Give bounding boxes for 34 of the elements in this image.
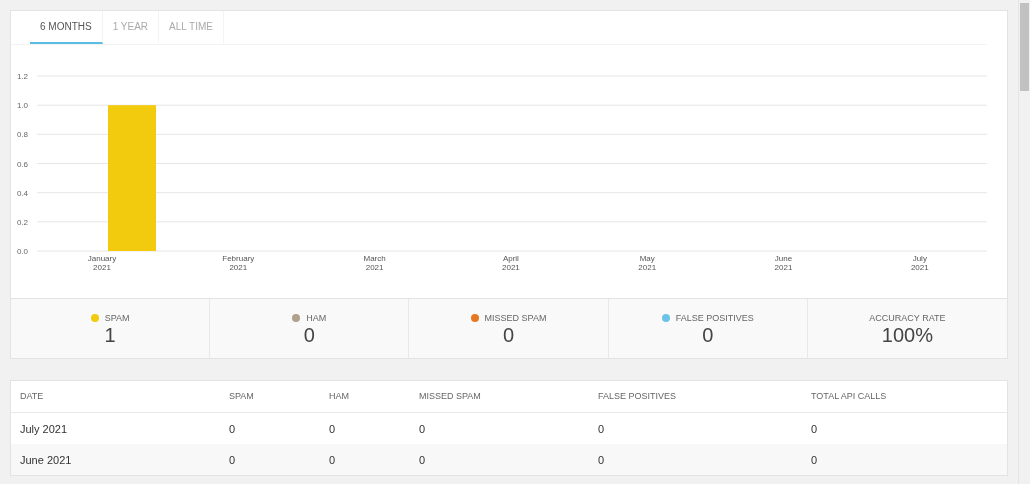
table-cell: June 2021 — [11, 444, 220, 475]
axis-label: July 2021 — [910, 254, 929, 272]
stat-label: SPAM — [104, 313, 130, 323]
stat-value: 1 — [104, 324, 116, 346]
stat-value: 0 — [502, 324, 515, 346]
axis-label: 1.2 — [16, 72, 28, 81]
stat-value: 0 — [303, 324, 315, 346]
axis-label: 1.0 — [16, 101, 28, 111]
period-tab[interactable]: 1 YEAR — [102, 11, 160, 44]
axis-label: March 2021 — [363, 254, 386, 272]
axis-label: 0.8 — [16, 130, 28, 140]
table-cell: 0 — [320, 444, 410, 475]
axis-label: 0.2 — [16, 217, 28, 227]
stat-label: MISSED SPAM — [484, 313, 547, 323]
axis-label: January 2021 — [87, 254, 117, 272]
axis-label: February 2021 — [222, 254, 255, 272]
period-tab[interactable]: 6 MONTHS — [30, 11, 103, 44]
axis-label: June 2021 — [774, 254, 793, 272]
stat-label: HAM — [306, 313, 327, 323]
stat-label: FALSE POSITIVES — [675, 313, 754, 323]
scrollbar-thumb[interactable] — [1020, 3, 1029, 91]
table-cell: 0 — [802, 444, 1007, 475]
table-cell: 0 — [589, 444, 802, 475]
period-tab[interactable]: ALL TIME — [159, 11, 224, 44]
stat-value: 0 — [702, 324, 714, 346]
axis-label: 0.0 — [16, 247, 28, 256]
table-cell: 0 — [220, 444, 320, 475]
axis-label: 0.4 — [16, 188, 28, 198]
axis-label: May 2021 — [638, 254, 657, 272]
stat-label: ACCURACY RATE — [869, 313, 946, 323]
axis-label: April 2021 — [502, 254, 520, 272]
axis-label: 0.6 — [16, 159, 28, 169]
table-cell: 0 — [410, 444, 589, 475]
stat-value: 100% — [881, 324, 933, 346]
